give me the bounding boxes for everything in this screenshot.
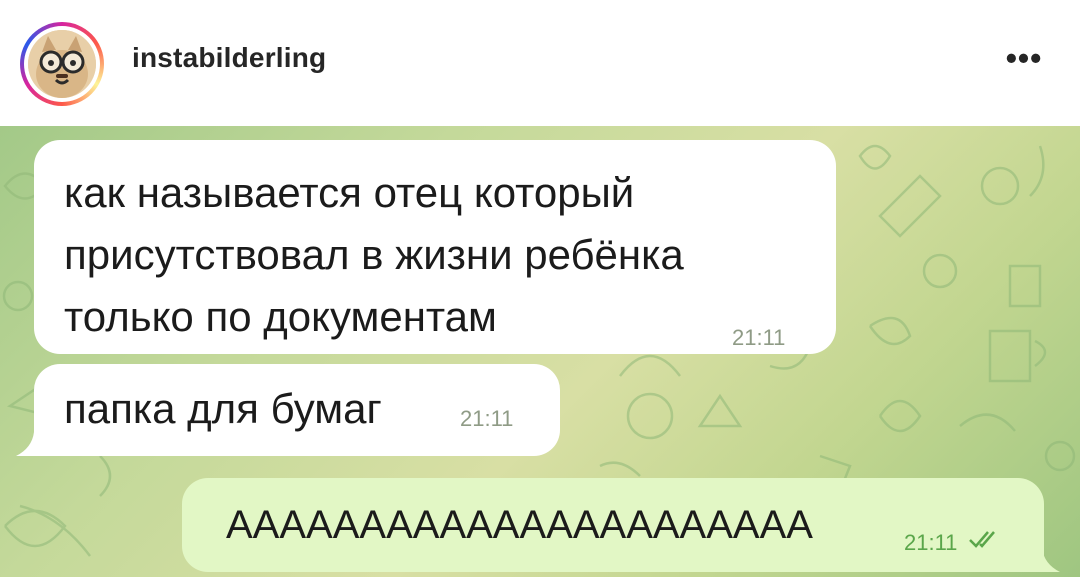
more-horizontal-icon[interactable]: ••• — [1000, 40, 1048, 76]
cat-with-glasses-icon — [28, 30, 96, 98]
message-bubble-incoming[interactable]: как называется отец который присутствова… — [34, 140, 836, 354]
message-line: присутствовал в жизни ребёнка — [64, 231, 684, 278]
bubble-tail-incoming — [16, 432, 46, 456]
avatar[interactable] — [20, 22, 104, 106]
chat-area: как называется отец который присутствова… — [0, 126, 1080, 577]
post-header: instabilderling ••• — [0, 0, 1080, 126]
avatar-image — [28, 30, 96, 98]
message-text: АААААААААААААААААААААА — [226, 503, 813, 547]
message-text: как называется отец который присутствова… — [64, 162, 684, 348]
message-time: 21:11 — [904, 530, 958, 555]
message-line: как называется отец который — [64, 169, 635, 216]
message-time: 21:11 — [732, 325, 786, 350]
message-text: папка для бумаг — [64, 385, 382, 432]
double-check-icon — [969, 531, 995, 548]
avatar-border — [24, 26, 100, 102]
username[interactable]: instabilderling — [132, 42, 326, 74]
message-bubble-outgoing[interactable]: АААААААААААААААААААААА 21:11 — [182, 478, 1044, 572]
message-bubble-incoming[interactable]: папка для бумаг 21:11 — [34, 364, 560, 456]
message-line: только по документам — [64, 293, 497, 340]
message-time: 21:11 — [460, 406, 514, 431]
bubble-tail-outgoing — [1030, 548, 1060, 572]
